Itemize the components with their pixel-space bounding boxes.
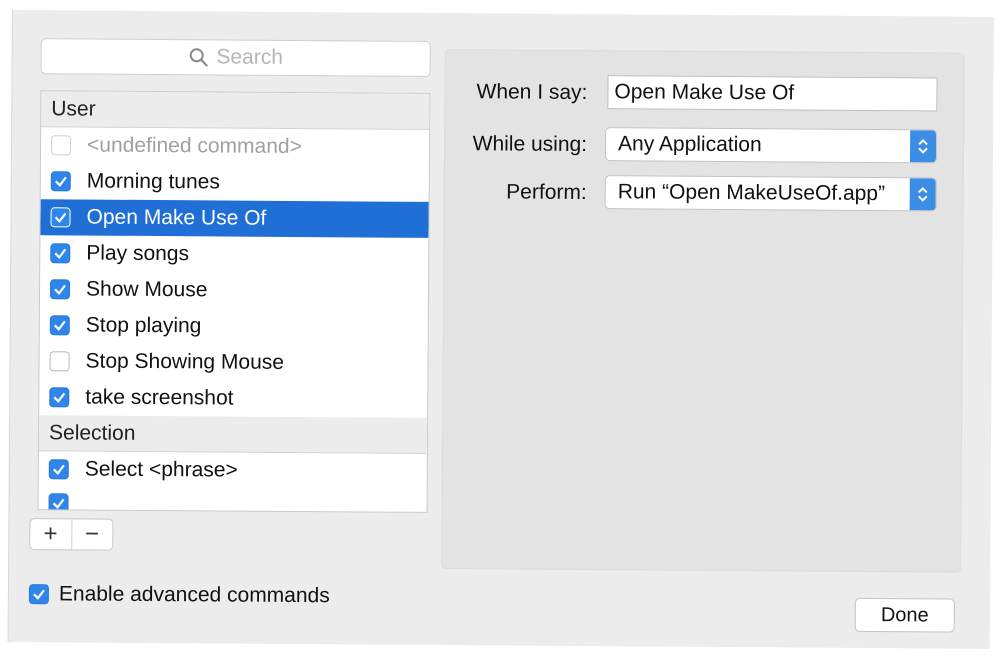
when-i-say-field[interactable]: Open Make Use Of (607, 75, 938, 112)
list-item-selected[interactable]: Open Make Use Of (40, 199, 429, 238)
command-detail-pane: When I say: Open Make Use Of While using… (441, 49, 965, 573)
list-item[interactable]: Stop Showing Mouse (39, 343, 427, 382)
command-checkbox[interactable] (49, 351, 70, 372)
command-label: Open Make Use Of (86, 205, 267, 230)
search-icon (189, 48, 208, 67)
add-remove-control: + − (29, 518, 114, 551)
command-label: Morning tunes (86, 169, 220, 194)
enable-advanced-commands[interactable]: Enable advanced commands (28, 582, 330, 608)
command-checkbox[interactable] (48, 493, 69, 513)
list-item[interactable]: Morning tunes (41, 163, 429, 202)
search-placeholder: Search (216, 45, 284, 69)
list-item-partial[interactable] (39, 487, 427, 513)
command-checkbox[interactable] (50, 171, 71, 192)
advanced-checkbox[interactable] (28, 584, 49, 605)
perform-popup[interactable]: Run “Open MakeUseOf.app” (604, 175, 937, 212)
command-label: <undefined command> (86, 133, 302, 159)
command-label: Show Mouse (85, 277, 208, 302)
remove-command-button[interactable]: − (70, 519, 113, 550)
popup-arrows-icon (909, 130, 937, 163)
while-using-value: Any Application (618, 132, 762, 157)
perform-value: Run “Open MakeUseOf.app” (617, 180, 886, 206)
command-label: take screenshot (85, 385, 234, 410)
while-using-popup[interactable]: Any Application (604, 127, 938, 164)
list-item[interactable]: Select <phrase> (39, 451, 427, 490)
while-using-label: While using: (472, 132, 588, 157)
command-checkbox[interactable] (49, 387, 70, 408)
list-item[interactable]: take screenshot (39, 379, 427, 418)
list-item[interactable]: <undefined command> (41, 127, 429, 166)
command-label: Play songs (86, 241, 190, 266)
dictation-commands-panel: Search User <undefined command> Morning … (7, 10, 994, 649)
perform-label: Perform: (506, 180, 587, 205)
command-checkbox[interactable] (50, 207, 71, 228)
list-item[interactable]: Show Mouse (40, 271, 428, 310)
command-checkbox[interactable] (49, 315, 70, 336)
command-checkbox[interactable] (50, 135, 72, 156)
command-label: Stop Showing Mouse (85, 349, 285, 374)
done-button[interactable]: Done (854, 597, 955, 633)
command-list[interactable]: User <undefined command> Morning tunes O… (37, 90, 431, 513)
popup-arrows-icon (909, 178, 936, 211)
command-checkbox[interactable] (48, 459, 69, 480)
command-label: Select <phrase> (84, 457, 238, 482)
list-item[interactable]: Stop playing (40, 307, 428, 346)
add-command-button[interactable]: + (30, 519, 71, 549)
command-checkbox[interactable] (50, 243, 71, 264)
list-item[interactable]: Play songs (40, 235, 428, 274)
advanced-label: Enable advanced commands (58, 582, 330, 608)
command-checkbox[interactable] (49, 279, 71, 300)
when-i-say-label: When I say: (476, 80, 588, 105)
section-header-user: User (41, 91, 430, 130)
section-header-selection: Selection (38, 415, 428, 454)
command-label: Stop playing (85, 313, 202, 338)
search-field[interactable]: Search (40, 38, 431, 77)
